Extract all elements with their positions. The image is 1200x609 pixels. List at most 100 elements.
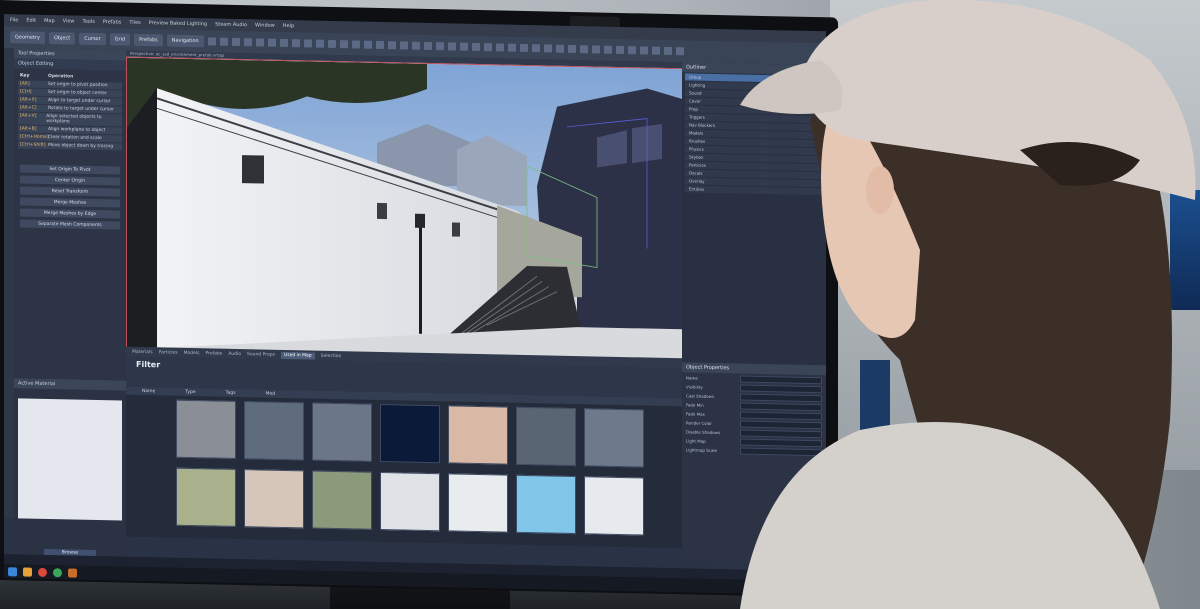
asset-tab-1[interactable]: Particles [159,350,178,355]
menu-item-1[interactable]: Edit [26,18,36,24]
menu-item-7[interactable]: Preview Baked Lighting [149,20,207,27]
menu-item-8[interactable]: Steam Audio [215,22,247,29]
asset-column-header[interactable]: Type [185,389,195,394]
toolbar-tool-icon[interactable] [327,39,336,49]
toolbar-tool-icon[interactable] [675,47,684,56]
toolbar-tool-icon[interactable] [423,41,432,51]
toolbar-tool-icon[interactable] [375,40,384,50]
menu-item-5[interactable]: Prefabs [103,19,122,25]
toolbar-button-0[interactable]: Geometry [10,31,45,44]
filter-label[interactable]: Filter [136,360,160,370]
toolbar-tool-icon[interactable] [555,44,564,53]
toolbar-button-4[interactable]: Prefabs [134,33,163,47]
file-explorer-icon[interactable] [23,566,32,577]
chrome-icon[interactable] [38,567,47,577]
toolbar-tool-icon[interactable] [279,38,288,48]
asset-name [177,532,237,533]
active-material-panel: Active Material Browse [14,378,126,561]
asset-column-header[interactable]: Tags [226,390,236,395]
toolbar-tool-icon[interactable] [591,45,600,54]
asset-tab-7[interactable]: Selection [321,353,342,358]
toolbar-tool-icon[interactable] [495,43,504,52]
toolbar-tool-icon[interactable] [471,42,480,52]
toolbar-tool-icon[interactable] [291,39,300,48]
toolbar-tool-icon[interactable] [531,44,540,53]
asset-column-header[interactable]: Mod [266,391,276,396]
asset-thumbnail[interactable] [244,469,304,529]
toolbar-tool-icon[interactable] [627,46,636,55]
toolbar-tool-icon[interactable] [387,41,396,50]
toolbar-tool-icon[interactable] [579,45,588,54]
asset-tab-2[interactable]: Models [184,350,200,355]
menu-item-4[interactable]: Tools [83,19,95,25]
toolbar-tool-icon[interactable] [243,38,252,47]
toolbar-tool-icon[interactable] [231,37,240,47]
toolbar-tool-icon[interactable] [663,46,672,56]
menu-item-2[interactable]: Map [44,18,55,24]
toolbar-tool-icon[interactable] [507,43,516,52]
toolbar-tool-icon[interactable] [303,39,312,48]
asset-thumbnail[interactable] [448,405,508,465]
operation-button[interactable]: Separate Mesh Components [20,219,120,230]
toolbar-tool-icon[interactable] [543,44,552,53]
toolbar-tool-icon[interactable] [483,43,492,52]
toolbar-tool-icon[interactable] [651,46,660,55]
asset-tab-5[interactable]: Sound Props [247,352,275,358]
operation-button[interactable]: Merge Meshes [20,197,120,208]
asset-thumbnail[interactable] [584,408,644,468]
asset-thumbnail[interactable] [516,406,576,467]
asset-tab-0[interactable]: Materials [132,349,153,354]
toolbar-tool-icon[interactable] [315,39,324,48]
toolbar-tool-icon[interactable] [447,42,456,51]
asset-tab-4[interactable]: Audio [228,351,241,356]
toolbar-tool-icon[interactable] [363,40,372,49]
menu-item-9[interactable]: Window [255,22,275,28]
menu-item-3[interactable]: View [63,18,75,24]
asset-thumbnail[interactable] [584,476,644,536]
toolbar-tool-icon[interactable] [603,45,612,54]
asset-thumbnail[interactable] [176,467,236,527]
toolbar-tool-icon[interactable] [399,41,408,50]
toolbar-tool-icon[interactable] [267,38,276,47]
toolbar-tool-icon[interactable] [519,43,528,53]
asset-thumbnail[interactable] [448,473,508,533]
toolbar-tool-icon[interactable] [411,41,420,50]
toolbar-button-3[interactable]: Grid [109,33,131,46]
asset-tab-6[interactable]: Used in Map [280,351,315,360]
asset-tab-3[interactable]: Prefabs [205,351,222,356]
asset-thumbnail[interactable] [380,471,440,532]
asset-thumbnail[interactable] [244,401,304,461]
toolbar-tool-icon[interactable] [339,40,348,49]
operation-button[interactable]: Merge Meshes by Edge [20,208,120,219]
menu-item-10[interactable]: Help [283,23,294,29]
toolbar-tool-icon[interactable] [639,46,648,55]
operation-button[interactable]: Reset Transform [20,186,120,197]
toolbar-tool-icon[interactable] [459,42,468,51]
operation-button[interactable]: Set Origin To Pivot [20,164,120,175]
asset-thumbnail[interactable] [516,474,576,535]
menu-item-0[interactable]: File [10,17,18,23]
app-icon[interactable] [53,567,62,577]
toolbar-tool-icon[interactable] [219,37,228,46]
toolbar-button-2[interactable]: Cursor [79,32,106,46]
toolbar-tool-icon[interactable] [435,42,444,51]
asset-thumbnail[interactable] [176,399,236,459]
asset-thumbnail[interactable] [312,470,372,530]
toolbar-tool-icon[interactable] [207,37,216,46]
asset-column-header[interactable]: Name [142,388,155,393]
toolbar-tool-icon[interactable] [615,45,624,55]
toolbar-button-1[interactable]: Object [48,32,76,45]
menu-item-6[interactable]: Tiles [129,20,140,26]
3d-viewport[interactable] [126,56,684,361]
asset-thumbnail[interactable] [380,403,440,464]
keybind-key: [Alt+X] [20,97,37,103]
asset-name [381,468,441,469]
app-icon-2[interactable] [68,567,77,578]
toolbar-tool-icon[interactable] [255,38,264,47]
toolbar-tool-icon[interactable] [351,40,360,49]
operation-button[interactable]: Center Origin [20,175,120,186]
toolbar-button-5[interactable]: Navigation [166,34,204,48]
toolbar-tool-icon[interactable] [567,44,576,54]
asset-thumbnail[interactable] [312,402,372,462]
windows-start-icon[interactable] [8,566,17,576]
